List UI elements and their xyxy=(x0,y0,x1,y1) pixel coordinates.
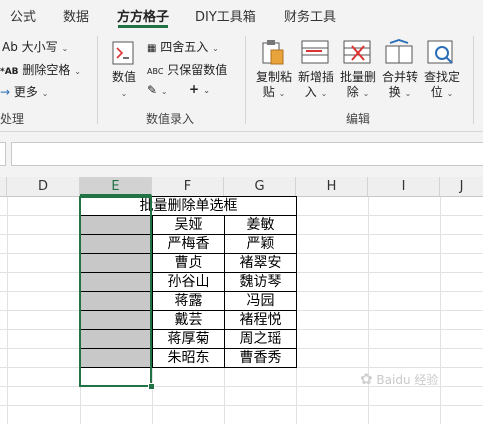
group-separator xyxy=(245,36,246,124)
name-cell-f[interactable]: 曹贞 xyxy=(152,253,225,273)
name-cell-f[interactable]: 蒋露 xyxy=(152,291,225,311)
numeric-button[interactable]: 数值 ⌄ xyxy=(104,70,144,101)
name-cell-g[interactable]: 褚翠安 xyxy=(224,253,297,273)
column-header-g[interactable]: G xyxy=(224,177,296,196)
name-cell-f[interactable]: 戴芸 xyxy=(152,310,225,330)
selection-range[interactable] xyxy=(79,196,152,387)
name-cell-f[interactable]: 朱昭东 xyxy=(152,348,225,368)
name-cell-g[interactable]: 曹香秀 xyxy=(224,348,297,368)
plus-button[interactable]: + ⌄ xyxy=(189,82,210,96)
tab-finance-tools[interactable]: 财务工具 xyxy=(284,6,336,25)
column-header-f[interactable]: F xyxy=(152,177,224,196)
numeric-icon xyxy=(112,41,134,65)
column-header-d[interactable]: D xyxy=(7,177,80,196)
column-header-i[interactable]: I xyxy=(368,177,440,196)
arrow-right-icon: → xyxy=(0,85,11,99)
delete-spaces-icon: *AB xyxy=(0,67,19,77)
formula-input[interactable] xyxy=(11,142,483,166)
name-cell-g[interactable]: 冯园 xyxy=(224,291,297,311)
fill-handle[interactable] xyxy=(148,383,155,390)
edit-group-label: 编辑 xyxy=(346,112,371,126)
tab-diy-toolbox[interactable]: DIY工具箱 xyxy=(195,6,256,25)
name-box[interactable] xyxy=(0,142,6,166)
ribbon-tabs: 公式 数据 方方格子 DIY工具箱 财务工具 xyxy=(0,0,483,28)
name-cell-g[interactable]: 姜敏 xyxy=(224,215,297,235)
insert-button[interactable]: 新增插入 ⌄ xyxy=(295,70,337,101)
find-locate-icon xyxy=(427,40,453,64)
batch-delete-button[interactable]: 批量删除 ⌄ xyxy=(337,70,379,101)
group-separator xyxy=(473,36,474,124)
batch-delete-icon xyxy=(343,40,371,64)
column-header-h[interactable]: H xyxy=(296,177,368,196)
watermark: ✿ Baidu 经验 xyxy=(360,370,439,388)
merge-convert-icon xyxy=(385,39,413,64)
edit-icon: ✎ xyxy=(147,83,158,97)
formula-bar-area xyxy=(0,131,483,177)
active-tab-indicator xyxy=(118,25,168,28)
clipboard-icon xyxy=(262,40,284,65)
find-button[interactable]: 查找定位 ⌄ xyxy=(421,70,463,101)
numeric-group-label: 数值录入 xyxy=(146,112,195,126)
tab-formula[interactable]: 公式 xyxy=(10,6,36,25)
tab-fangfanggezi[interactable]: 方方格子 xyxy=(117,6,169,25)
column-header-e[interactable]: E xyxy=(80,177,152,196)
name-cell-g[interactable]: 严颖 xyxy=(224,234,297,254)
name-cell-f[interactable]: 蒋厚菊 xyxy=(152,329,225,349)
keep-numbers-button[interactable]: ABC 只保留数值 xyxy=(147,61,227,78)
column-header-j[interactable]: J xyxy=(440,177,483,196)
group-separator xyxy=(97,36,98,124)
tab-data[interactable]: 数据 xyxy=(63,6,89,25)
round-button[interactable]: ▦ 四舍五入 ⌄ xyxy=(147,38,219,55)
insert-rows-icon xyxy=(301,40,329,64)
name-cell-g[interactable]: 周之瑶 xyxy=(224,329,297,349)
merge-button[interactable]: 合并转换 ⌄ xyxy=(379,70,421,101)
copy-paste-button[interactable]: 复制粘贴 ⌄ xyxy=(253,70,295,101)
ribbon: 公式 数据 方方格子 DIY工具箱 财务工具 Ab 大小写 ⌄ *AB 删除空格… xyxy=(0,0,483,131)
name-cell-f[interactable]: 吴娅 xyxy=(152,215,225,235)
more-button[interactable]: → 更多 ⌄ xyxy=(0,83,48,100)
name-cell-g[interactable]: 褚程悦 xyxy=(224,310,297,330)
abc-icon: ABC xyxy=(147,67,164,76)
case-button[interactable]: Ab 大小写 ⌄ xyxy=(2,38,68,55)
column-header-row: D E F G H I J xyxy=(0,177,483,197)
name-cell-g[interactable]: 魏访琴 xyxy=(224,272,297,292)
name-cell-f[interactable]: 孙谷山 xyxy=(152,272,225,292)
round-icon: ▦ xyxy=(147,43,157,54)
column-header-c[interactable] xyxy=(0,177,7,196)
name-cell-f[interactable]: 严梅香 xyxy=(152,234,225,254)
delete-spaces-button[interactable]: *AB 删除空格 ⌄ xyxy=(0,61,81,78)
edit-dropdown-button[interactable]: ✎ ⌄ xyxy=(147,83,168,97)
text-group-label: 处理 xyxy=(0,112,25,126)
paw-logo-icon: ✿ xyxy=(360,370,373,388)
